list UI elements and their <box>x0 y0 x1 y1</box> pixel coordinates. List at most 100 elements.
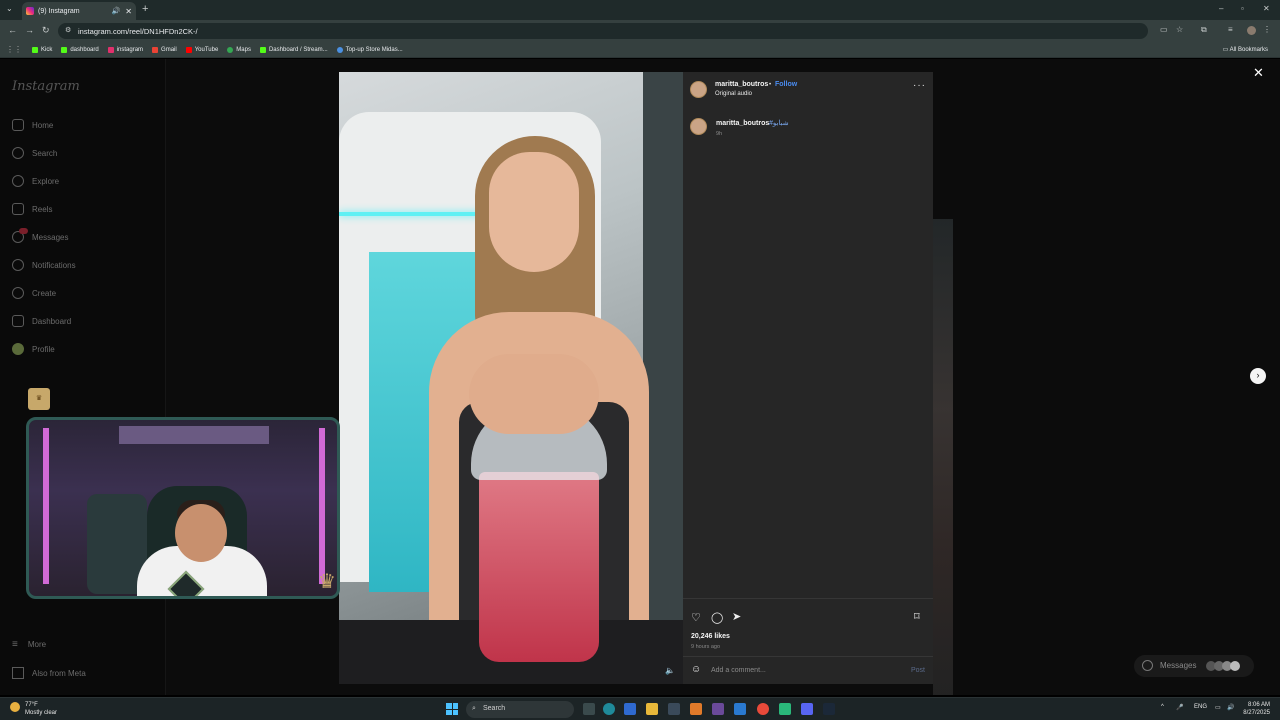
caption-avatar[interactable] <box>690 118 707 135</box>
sidebar-item-create[interactable]: Create <box>12 287 56 299</box>
app-green-icon[interactable] <box>779 703 791 715</box>
sidebar-item-home[interactable]: Home <box>12 119 53 131</box>
bookmark-midas[interactable]: Top-up Store Midas... <box>336 46 403 53</box>
comment-input[interactable]: Add a comment... <box>711 667 766 674</box>
cam-face <box>175 504 227 562</box>
stream-icon <box>259 46 266 53</box>
post-comment-button[interactable]: Post <box>911 667 925 674</box>
gmail-icon <box>152 46 159 53</box>
bookmark-instagram[interactable]: instagram <box>107 46 143 53</box>
sidebar-item-more[interactable]: ≡ More <box>12 639 46 650</box>
steam-icon[interactable] <box>823 703 835 715</box>
cast-icon[interactable]: ▭ <box>1160 25 1168 34</box>
sidebar-item-search[interactable]: Search <box>12 147 57 159</box>
browser-toolbar: ← → ↻ ⚙ instagram.com/reel/DN1HFDn2CK-/ … <box>0 20 1280 42</box>
weather-widget[interactable]: 77°F Mostly clear <box>10 701 57 717</box>
bullet-separator: • <box>769 82 772 88</box>
system-clock[interactable]: 8:06 AM 8/27/2025 <box>1240 701 1270 717</box>
address-bar[interactable]: ⚙ instagram.com/reel/DN1HFDn2CK-/ <box>58 23 1148 39</box>
bookmark-stream-dashboard[interactable]: Dashboard / Stream... <box>259 46 328 53</box>
sidebar-item-dashboard[interactable]: Dashboard <box>12 315 71 327</box>
sidebar-item-also-from-meta[interactable]: Also from Meta <box>12 667 86 679</box>
instagram-favicon-icon <box>26 7 34 15</box>
messenger-icon <box>1142 660 1153 671</box>
app-a-icon[interactable] <box>690 703 702 715</box>
like-heart-icon[interactable]: ♡ <box>691 611 701 624</box>
new-tab-button[interactable]: + <box>142 3 148 15</box>
message-avatar <box>1230 661 1240 671</box>
language-indicator[interactable]: ENG <box>1194 704 1207 710</box>
network-icon[interactable]: ▭ <box>1215 704 1221 711</box>
bookmark-dashboard[interactable]: dashboard <box>61 46 99 53</box>
tab-search-icon[interactable]: ⌄ <box>6 4 13 13</box>
app-docs-icon[interactable] <box>734 703 746 715</box>
bookmark-gmail[interactable]: Gmail <box>152 46 177 53</box>
overlay-crown-decoration-icon: ♛ <box>318 571 336 593</box>
sidebar-item-notifications[interactable]: Notifications <box>12 259 76 271</box>
bookmark-star-icon[interactable]: ☆ <box>1176 25 1183 34</box>
video-hand <box>469 354 599 434</box>
minimize-button[interactable]: – <box>1219 4 1223 13</box>
tab-audio-icon[interactable]: 🔊 <box>112 7 121 15</box>
maximize-button[interactable]: ▫ <box>1241 4 1244 13</box>
share-icon[interactable]: ➤ <box>732 610 741 623</box>
sidebar-item-reels[interactable]: Reels <box>12 203 52 215</box>
chrome-icon[interactable] <box>757 703 769 715</box>
comment-icon[interactable]: ◯ <box>711 611 723 624</box>
emoji-icon[interactable]: ☺ <box>691 664 701 675</box>
file-explorer-icon[interactable] <box>646 703 658 715</box>
tab-close-icon[interactable]: ✕ <box>125 7 132 16</box>
sidebar-item-profile[interactable]: Profile <box>12 343 55 355</box>
caption-hashtag[interactable]: #شبابو <box>769 119 789 127</box>
instagram-logo[interactable]: Instagram <box>12 79 80 94</box>
all-bookmarks-button[interactable]: ▭ All Bookmarks <box>1223 46 1268 53</box>
window-close-button[interactable]: ✕ <box>1263 4 1270 13</box>
media-icon[interactable]: ≡ <box>1228 25 1233 34</box>
bookmark-maps[interactable]: Maps <box>227 46 251 53</box>
store-icon[interactable] <box>668 703 680 715</box>
bookmark-youtube[interactable]: YouTube <box>185 46 218 53</box>
caption-time: 9h <box>716 131 723 137</box>
tab-instagram[interactable]: (9) Instagram 🔊 ✕ <box>22 2 136 20</box>
sidebar-item-explore[interactable]: Explore <box>12 175 59 187</box>
close-reel-icon[interactable]: ✕ <box>1253 65 1264 81</box>
next-reel-button[interactable]: › <box>1250 368 1266 384</box>
stream-crown-emblem-icon: ♛ <box>28 388 50 410</box>
volume-icon[interactable]: 🔊 <box>1227 704 1234 711</box>
tray-chevron-icon[interactable]: ^ <box>1161 704 1164 710</box>
more-options-icon[interactable]: ··· <box>913 80 926 91</box>
back-icon[interactable]: ← <box>8 25 17 35</box>
start-button[interactable] <box>446 703 458 715</box>
clock-date: 8/27/2025 <box>1243 710 1270 716</box>
site-info-icon[interactable]: ⚙ <box>65 26 71 34</box>
author-avatar[interactable] <box>690 81 707 98</box>
original-audio-link[interactable]: Original audio <box>715 91 752 97</box>
comment-divider <box>683 656 933 657</box>
discord-icon[interactable] <box>801 703 813 715</box>
menu-dots-icon[interactable]: ⋮ <box>1263 25 1271 34</box>
caption-username[interactable]: maritta_boutros <box>716 120 769 127</box>
profile-avatar[interactable] <box>1247 26 1256 35</box>
apps-icon[interactable]: ⋮⋮ <box>6 45 22 54</box>
bookmark-kick[interactable]: Kick <box>32 46 52 53</box>
save-bookmark-icon[interactable]: ⌑ <box>914 610 920 623</box>
cam-neon-left <box>43 428 49 584</box>
next-reel-preview <box>933 219 953 695</box>
copilot-icon[interactable] <box>624 703 636 715</box>
reel-video[interactable]: 🔈 <box>339 72 683 684</box>
messages-button[interactable]: Messages <box>1134 655 1254 677</box>
mute-icon[interactable]: 🔈 <box>665 666 675 675</box>
microphone-icon[interactable]: 🎤 <box>1176 704 1183 711</box>
reload-icon[interactable]: ↻ <box>42 25 50 36</box>
likes-count[interactable]: 20,246 likes <box>691 633 730 640</box>
folder-icon: ▭ <box>1222 47 1230 53</box>
taskbar-search[interactable]: ⌕ Search <box>466 701 574 718</box>
midas-icon <box>336 46 343 53</box>
edge-icon[interactable] <box>603 703 615 715</box>
author-username[interactable]: maritta_boutros <box>715 81 768 88</box>
follow-button[interactable]: Follow <box>775 81 797 88</box>
app-icon[interactable] <box>712 703 724 715</box>
extensions-icon[interactable]: ⧉ <box>1201 25 1207 35</box>
task-view-icon[interactable] <box>583 703 595 715</box>
forward-icon[interactable]: → <box>25 25 34 35</box>
